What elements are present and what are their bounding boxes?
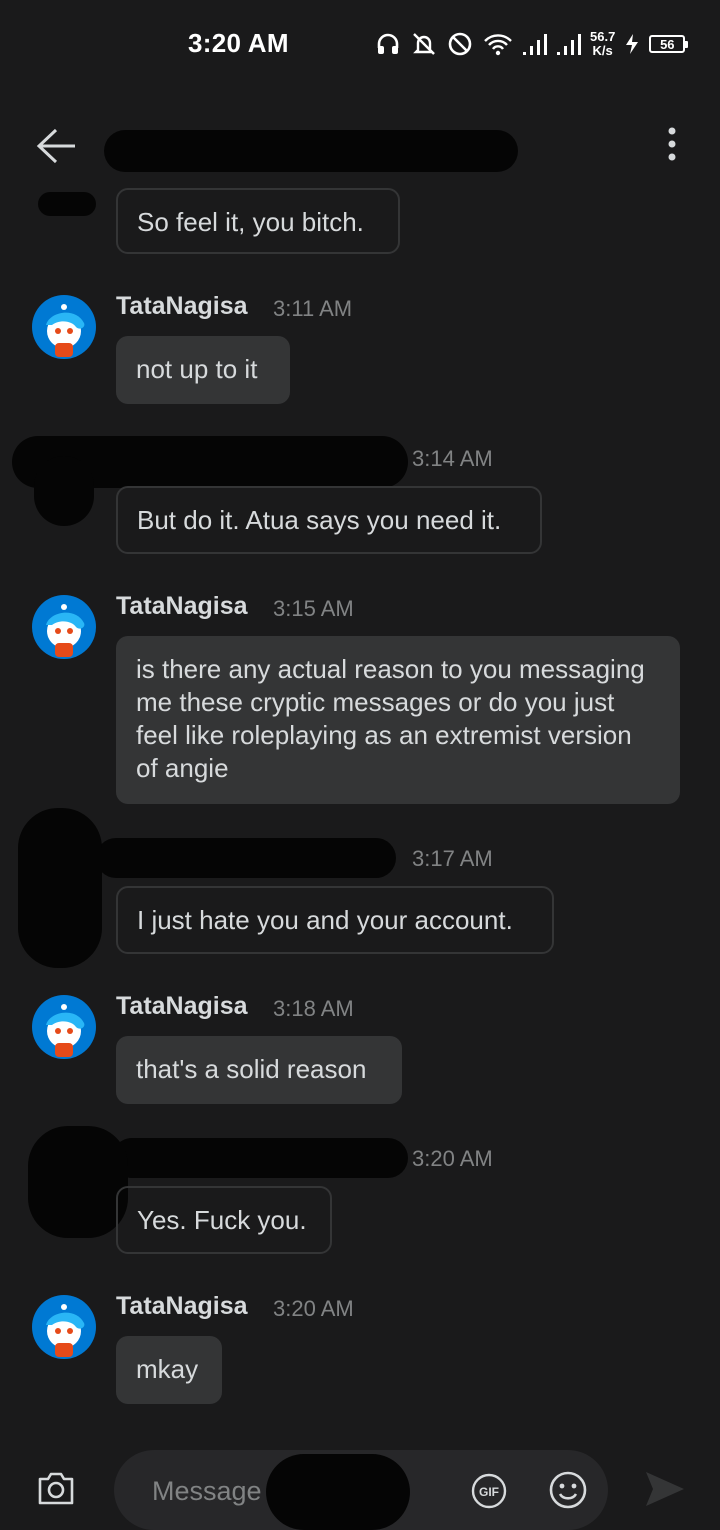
- status-icons: 56.7 K/s 56: [374, 26, 689, 62]
- bell-off-icon: [410, 30, 438, 58]
- message-text: is there any actual reason to you messag…: [136, 654, 645, 783]
- message-text: Yes. Fuck you.: [137, 1205, 307, 1235]
- message-time: 3:14 AM: [412, 446, 493, 471]
- chat-header: [0, 110, 720, 180]
- message-bubble-incoming[interactable]: that's a solid reason: [116, 1036, 402, 1104]
- message-time: 3:20 AM: [412, 1146, 493, 1171]
- message-text: not up to it: [136, 354, 258, 384]
- avatar[interactable]: [32, 595, 96, 659]
- redaction-mark: [38, 192, 96, 216]
- avatar[interactable]: [32, 1295, 96, 1359]
- message-time: 3:18 AM: [273, 996, 354, 1021]
- gif-label: GIF: [479, 1485, 499, 1499]
- author-redaction: [96, 838, 396, 878]
- message-time: 3:20 AM: [273, 1296, 354, 1321]
- message-text: So feel it, you bitch.: [137, 207, 364, 237]
- wifi-icon: [482, 30, 514, 58]
- author-redaction: [112, 1138, 408, 1178]
- emoji-icon[interactable]: [548, 1470, 588, 1515]
- signal-icon: [522, 32, 548, 56]
- message-bubble-outgoing[interactable]: I just hate you and your account.: [116, 886, 554, 954]
- message-time: 3:15 AM: [273, 596, 354, 621]
- avatar-redaction: [18, 808, 102, 968]
- signal-icon: [556, 32, 582, 56]
- message-bubble-outgoing[interactable]: But do it. Atua says you need it.: [116, 486, 542, 554]
- message-composer: Message GIF: [0, 1440, 720, 1530]
- avatar-redaction: [34, 456, 94, 526]
- message-time: 3:11 AM: [273, 296, 353, 321]
- avatar[interactable]: [32, 995, 96, 1059]
- do-not-disturb-icon: [446, 30, 474, 58]
- snoo-avatar-icon: [46, 1004, 85, 1057]
- status-time: 3:20 AM: [188, 28, 289, 58]
- message-author[interactable]: TataNagisa: [116, 592, 248, 621]
- snoo-avatar-icon: [46, 604, 85, 657]
- message-bubble-incoming[interactable]: is there any actual reason to you messag…: [116, 636, 680, 804]
- message-text: I just hate you and your account.: [137, 905, 513, 935]
- message-bubble-outgoing[interactable]: Yes. Fuck you.: [116, 1186, 332, 1254]
- snoo-avatar-icon: [46, 304, 85, 357]
- message-bubble-outgoing[interactable]: So feel it, you bitch.: [116, 188, 400, 254]
- message-author[interactable]: TataNagisa: [116, 292, 248, 321]
- chat-title-redaction: [104, 130, 518, 172]
- battery-icon: 56: [649, 35, 689, 53]
- message-text: that's a solid reason: [136, 1054, 367, 1084]
- redaction-mark: [266, 1454, 410, 1530]
- network-speed: 56.7 K/s: [590, 30, 615, 58]
- message-author[interactable]: TataNagisa: [116, 1292, 248, 1321]
- avatar[interactable]: [32, 295, 96, 359]
- message-author[interactable]: TataNagisa: [116, 992, 248, 1021]
- message-text: mkay: [136, 1354, 199, 1384]
- more-vertical-icon[interactable]: [660, 124, 684, 169]
- message-bubble-incoming[interactable]: mkay: [116, 1336, 222, 1404]
- send-icon[interactable]: [644, 1470, 686, 1513]
- charging-icon: [623, 33, 641, 55]
- message-bubble-incoming[interactable]: not up to it: [116, 336, 290, 404]
- battery-level: 56: [660, 36, 675, 52]
- speed-value: 56.7: [590, 29, 616, 44]
- speed-unit: K/s: [592, 43, 613, 58]
- message-time: 3:17 AM: [412, 846, 493, 871]
- message-placeholder: Message: [152, 1476, 262, 1506]
- gif-icon[interactable]: GIF: [470, 1472, 508, 1515]
- snoo-avatar-icon: [46, 1304, 85, 1357]
- camera-icon[interactable]: [36, 1470, 76, 1511]
- arrow-left-icon[interactable]: [34, 126, 78, 171]
- message-input[interactable]: Message GIF: [114, 1450, 608, 1530]
- avatar-redaction: [28, 1126, 128, 1238]
- message-text: But do it. Atua says you need it.: [137, 505, 502, 535]
- status-bar: 3:20 AM 56.7 K/s 56: [0, 0, 720, 90]
- headset-icon: [374, 30, 402, 58]
